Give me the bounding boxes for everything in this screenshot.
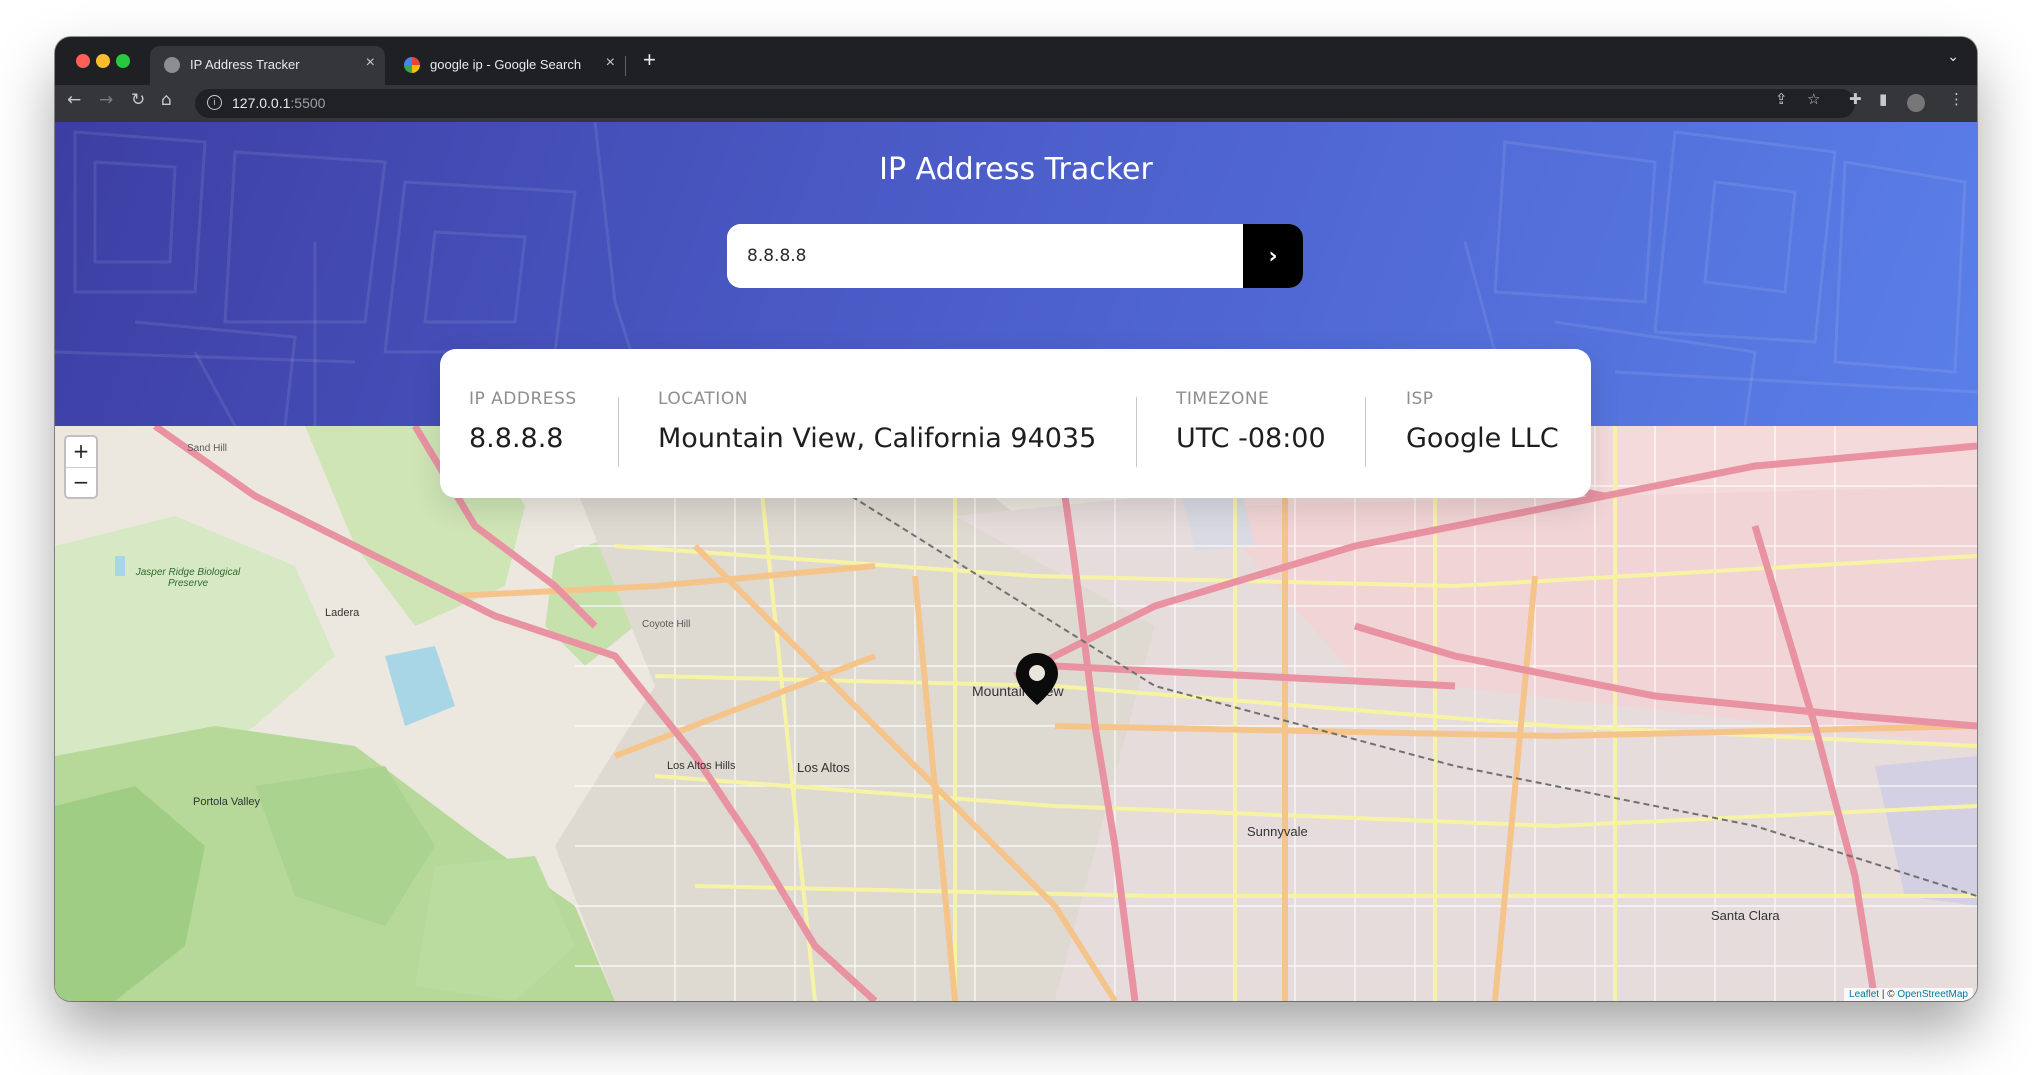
map-label-ladera: Ladera	[325, 607, 360, 619]
isp-section: ISP Google LLC	[1406, 389, 1559, 454]
ip-info-card: IP ADDRESS 8.8.8.8 LOCATION Mountain Vie…	[440, 349, 1591, 498]
reload-icon[interactable]: ↻	[131, 90, 145, 110]
back-icon[interactable]: ←	[67, 90, 81, 110]
map-label-coyote-hill: Coyote Hill	[642, 619, 691, 630]
map-label-sunnyvale: Sunnyvale	[1247, 824, 1308, 839]
home-icon[interactable]: ⌂	[161, 90, 172, 110]
map-label-jasper-ridge: Jasper Ridge Biological Preserve	[135, 567, 241, 589]
tab-search-icon[interactable]: ⌄	[1947, 49, 1959, 65]
timezone-label: TIMEZONE	[1176, 389, 1270, 409]
map[interactable]: + − Mountain View Los Altos Los Altos Hi…	[55, 426, 1977, 1001]
map-tiles	[55, 426, 1977, 1001]
map-label-los-altos: Los Altos	[797, 760, 850, 775]
browser-window: IP Address Tracker × google ip - Google …	[55, 37, 1977, 1001]
tab-title: IP Address Tracker	[190, 57, 300, 72]
tab-ip-address-tracker[interactable]: IP Address Tracker ×	[150, 46, 385, 85]
page-title: IP Address Tracker	[879, 152, 1153, 187]
map-label-los-altos-hills: Los Altos Hills	[667, 760, 736, 772]
ip-address-section: IP ADDRESS 8.8.8.8	[469, 389, 577, 454]
close-window-button[interactable]	[76, 54, 90, 68]
isp-value: Google LLC	[1406, 423, 1559, 454]
tab-title: google ip - Google Search	[430, 57, 582, 72]
google-icon	[404, 57, 420, 73]
site-info-icon[interactable]: i	[207, 95, 222, 110]
tab-separator	[625, 56, 626, 76]
url-text: 127.0.0.1:5500	[232, 95, 326, 111]
isp-label: ISP	[1406, 389, 1434, 409]
forward-icon[interactable]: →	[99, 90, 113, 110]
timezone-section: TIMEZONE UTC -08:00	[1176, 389, 1326, 454]
zoom-control: + −	[64, 435, 98, 499]
location-value: Mountain View, California 94035	[658, 423, 1097, 454]
chevron-right-icon: ›	[1268, 243, 1278, 269]
address-bar[interactable]: i 127.0.0.1:5500	[195, 89, 1855, 118]
submit-button[interactable]: ›	[1243, 224, 1303, 288]
timezone-value: UTC -08:00	[1176, 423, 1326, 454]
share-icon[interactable]: ⇪	[1775, 90, 1788, 108]
divider	[1136, 397, 1137, 467]
map-label-portola-valley: Portola Valley	[193, 796, 261, 808]
extensions-icon[interactable]: ✚	[1849, 90, 1862, 108]
tab-strip: IP Address Tracker × google ip - Google …	[55, 37, 1977, 85]
divider	[618, 397, 619, 467]
divider	[1365, 397, 1366, 467]
profile-avatar-icon[interactable]	[1907, 94, 1925, 112]
close-tab-icon[interactable]: ×	[606, 54, 615, 72]
map-label-sand-hill: Sand Hill	[187, 443, 228, 454]
menu-kebab-icon[interactable]: ⋮	[1949, 90, 1964, 108]
ip-address-value: 8.8.8.8	[469, 423, 564, 454]
map-label-santa-clara: Santa Clara	[1711, 908, 1780, 923]
globe-icon	[164, 57, 180, 73]
ip-search-form: ›	[727, 224, 1303, 288]
leaflet-link[interactable]: Leaflet	[1849, 989, 1879, 1000]
bookmark-star-icon[interactable]: ☆	[1807, 90, 1820, 108]
page-viewport: IP Address Tracker › IP ADDRESS 8.8.8.8 …	[55, 122, 1977, 1001]
zoom-in-button[interactable]: +	[66, 437, 96, 468]
new-tab-button[interactable]: +	[643, 47, 656, 73]
ip-search-input[interactable]	[727, 224, 1244, 288]
location-label: LOCATION	[658, 389, 748, 409]
close-tab-icon[interactable]: ×	[366, 54, 375, 72]
side-panel-icon[interactable]: ▮	[1879, 90, 1887, 108]
tab-google-search[interactable]: google ip - Google Search ×	[390, 46, 625, 85]
zoom-out-button[interactable]: −	[66, 468, 96, 498]
ip-address-label: IP ADDRESS	[469, 389, 577, 409]
openstreetmap-link[interactable]: OpenStreetMap	[1897, 989, 1968, 1000]
location-section: LOCATION Mountain View, California 94035	[658, 389, 1096, 454]
map-attribution: Leaflet | © OpenStreetMap	[1844, 988, 1973, 1001]
maximize-window-button[interactable]	[116, 54, 130, 68]
browser-toolbar: ← → ↻ ⌂ i 127.0.0.1:5500 ⇪ ☆ ✚ ▮ ⋮	[55, 85, 1977, 122]
minimize-window-button[interactable]	[96, 54, 110, 68]
